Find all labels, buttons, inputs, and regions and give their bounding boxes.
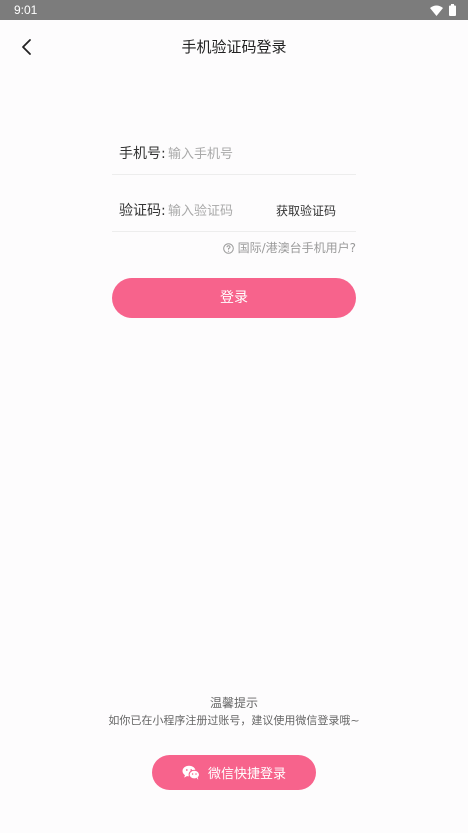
- code-field-row: 验证码: 获取验证码: [112, 191, 356, 232]
- status-icons: [430, 4, 456, 16]
- get-code-button[interactable]: 获取验证码: [276, 202, 336, 220]
- status-bar: 9:01: [0, 0, 468, 20]
- wechat-icon: [182, 765, 200, 780]
- status-time: 9:01: [14, 3, 38, 17]
- phone-field-row: 手机号:: [112, 134, 356, 175]
- help-circle-icon: [222, 242, 234, 254]
- phone-label: 手机号:: [119, 146, 166, 162]
- intl-user-label: 国际/港澳台手机用户?: [237, 241, 356, 255]
- login-button[interactable]: 登录: [112, 278, 356, 318]
- wechat-login-button[interactable]: 微信快捷登录: [152, 755, 316, 790]
- wechat-login-label: 微信快捷登录: [207, 767, 286, 782]
- wifi-icon: [430, 5, 443, 16]
- phone-input[interactable]: [168, 143, 348, 165]
- tip-title: 温馨提示: [209, 696, 258, 710]
- intl-user-link[interactable]: 国际/港澳台手机用户?: [222, 240, 356, 256]
- battery-icon: [449, 4, 456, 16]
- code-label: 验证码:: [119, 203, 166, 219]
- code-input[interactable]: [168, 200, 268, 222]
- nav-bar: 手机验证码登录: [0, 20, 468, 74]
- tip-text: 如你已在小程序注册过账号，建议使用微信登录哦~: [108, 714, 360, 727]
- page-title: 手机验证码登录: [181, 38, 287, 56]
